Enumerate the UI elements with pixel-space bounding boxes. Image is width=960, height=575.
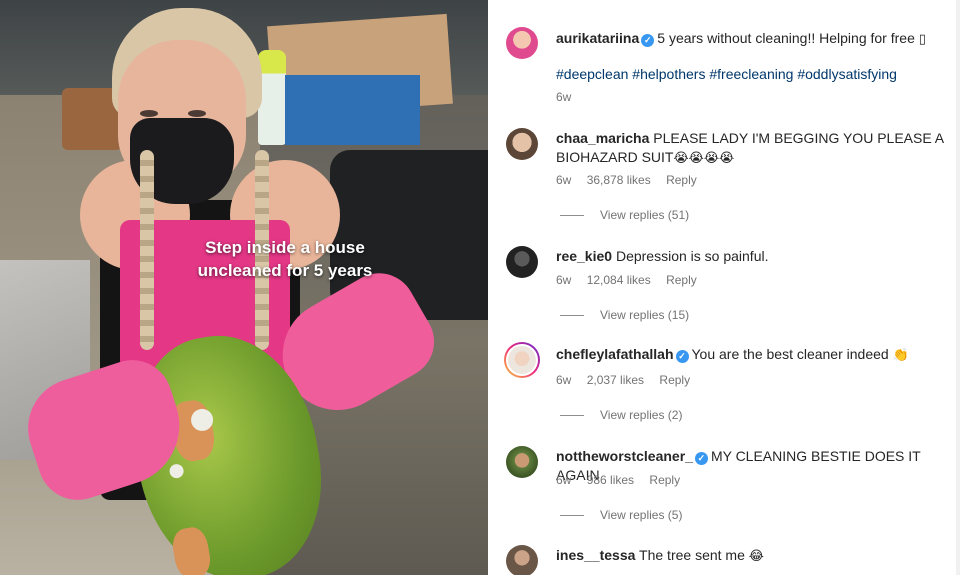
comment-text: Depression is so painful. bbox=[615, 248, 769, 264]
subject-eye-left bbox=[140, 110, 158, 117]
hashtag-link[interactable]: #helpothers bbox=[632, 66, 705, 82]
comment-emoji: 👏 bbox=[892, 348, 909, 363]
reply-button[interactable]: Reply bbox=[666, 173, 697, 187]
comment-username[interactable]: ines__tessa bbox=[556, 547, 635, 563]
video-subject bbox=[0, 0, 488, 575]
reply-button[interactable]: Reply bbox=[666, 273, 697, 287]
comment-text: You are the best cleaner indeed bbox=[691, 346, 889, 362]
commenter-avatar[interactable] bbox=[506, 545, 538, 575]
view-replies-button[interactable]: View replies (2) bbox=[560, 408, 682, 422]
post-timestamp: 6w bbox=[556, 90, 572, 104]
verified-badge-icon: ✓ bbox=[675, 350, 689, 363]
comment-likes[interactable]: 986 likes bbox=[587, 473, 634, 487]
video-overlay-line2: uncleaned for 5 years bbox=[197, 261, 373, 280]
replies-divider bbox=[560, 315, 584, 317]
comment-username[interactable]: ree_kie0 bbox=[556, 248, 612, 264]
view-replies-button[interactable]: View replies (51) bbox=[560, 208, 689, 222]
commenter-avatar[interactable] bbox=[506, 128, 538, 160]
subject-eye-right bbox=[188, 110, 206, 117]
comment-username[interactable]: nottheworstcleaner_ bbox=[556, 448, 693, 464]
replies-divider bbox=[560, 515, 584, 517]
comment-text: The tree sent me bbox=[639, 547, 745, 563]
view-replies-button[interactable]: View replies (5) bbox=[560, 508, 682, 522]
author-username[interactable]: aurikatariina bbox=[556, 30, 639, 46]
comment-timestamp: 6w bbox=[556, 173, 572, 187]
verified-badge-icon: ✓ bbox=[694, 452, 708, 465]
comment-meta: 6w 12,084 likes Reply bbox=[556, 273, 709, 287]
comment-username[interactable]: chefleylafathallah bbox=[556, 346, 674, 362]
commenter-avatar[interactable] bbox=[506, 446, 538, 478]
hashtag-link[interactable]: #oddlysatisfying bbox=[797, 66, 897, 82]
comment-meta: 6w 2,037 likes Reply bbox=[556, 373, 702, 387]
comment-emoji: 😭😭😭😭 bbox=[673, 151, 735, 166]
replies-divider bbox=[560, 215, 584, 217]
verified-badge-icon: ✓ bbox=[641, 34, 655, 47]
melon-mold-spot bbox=[168, 463, 185, 480]
commenter-avatar[interactable] bbox=[506, 246, 538, 278]
comments-panel[interactable]: aurikatariina ✓ 5 years without cleaning!!… bbox=[488, 0, 960, 575]
comment-meta: 6w 986 likes Reply bbox=[556, 473, 692, 487]
post-video[interactable]: Step inside a house uncleaned for 5 year… bbox=[0, 0, 488, 575]
comment-meta: 6w 36,878 likes Reply bbox=[556, 173, 709, 187]
view-replies-label: View replies (2) bbox=[600, 408, 683, 422]
comment-timestamp: 6w bbox=[556, 273, 572, 287]
comment-emoji: 😂 bbox=[748, 549, 764, 564]
comment-username[interactable]: chaa_maricha bbox=[556, 130, 649, 146]
view-replies-label: View replies (51) bbox=[600, 208, 690, 222]
melon-rot-spot bbox=[169, 525, 214, 575]
video-text-overlay: Step inside a house uncleaned for 5 year… bbox=[140, 236, 430, 282]
comments-scrollbar[interactable] bbox=[956, 0, 960, 575]
replies-divider bbox=[560, 415, 584, 417]
reply-button[interactable]: Reply bbox=[659, 373, 690, 387]
comment-likes[interactable]: 12,084 likes bbox=[587, 273, 651, 287]
comment-timestamp: 6w bbox=[556, 473, 572, 487]
comment-likes[interactable]: 36,878 likes bbox=[587, 173, 651, 187]
reply-button[interactable]: Reply bbox=[649, 473, 680, 487]
hashtag-link[interactable]: #freecleaning bbox=[709, 66, 793, 82]
view-replies-label: View replies (5) bbox=[600, 508, 683, 522]
comment-timestamp: 6w bbox=[556, 373, 572, 387]
view-replies-button[interactable]: View replies (15) bbox=[560, 308, 689, 322]
caption-emoji: ▯ bbox=[918, 32, 926, 47]
post-caption-text: 5 years without cleaning!! Helping for f… bbox=[657, 30, 915, 46]
post-hashtags: #deepclean #helpothers #freecleaning #od… bbox=[556, 65, 946, 84]
view-replies-label: View replies (15) bbox=[600, 308, 690, 322]
video-overlay-line1: Step inside a house bbox=[205, 238, 365, 257]
comment-likes[interactable]: 2,037 likes bbox=[587, 373, 644, 387]
hashtag-link[interactable]: #deepclean bbox=[556, 66, 628, 82]
commenter-avatar[interactable] bbox=[506, 344, 538, 376]
author-avatar[interactable] bbox=[506, 27, 538, 59]
